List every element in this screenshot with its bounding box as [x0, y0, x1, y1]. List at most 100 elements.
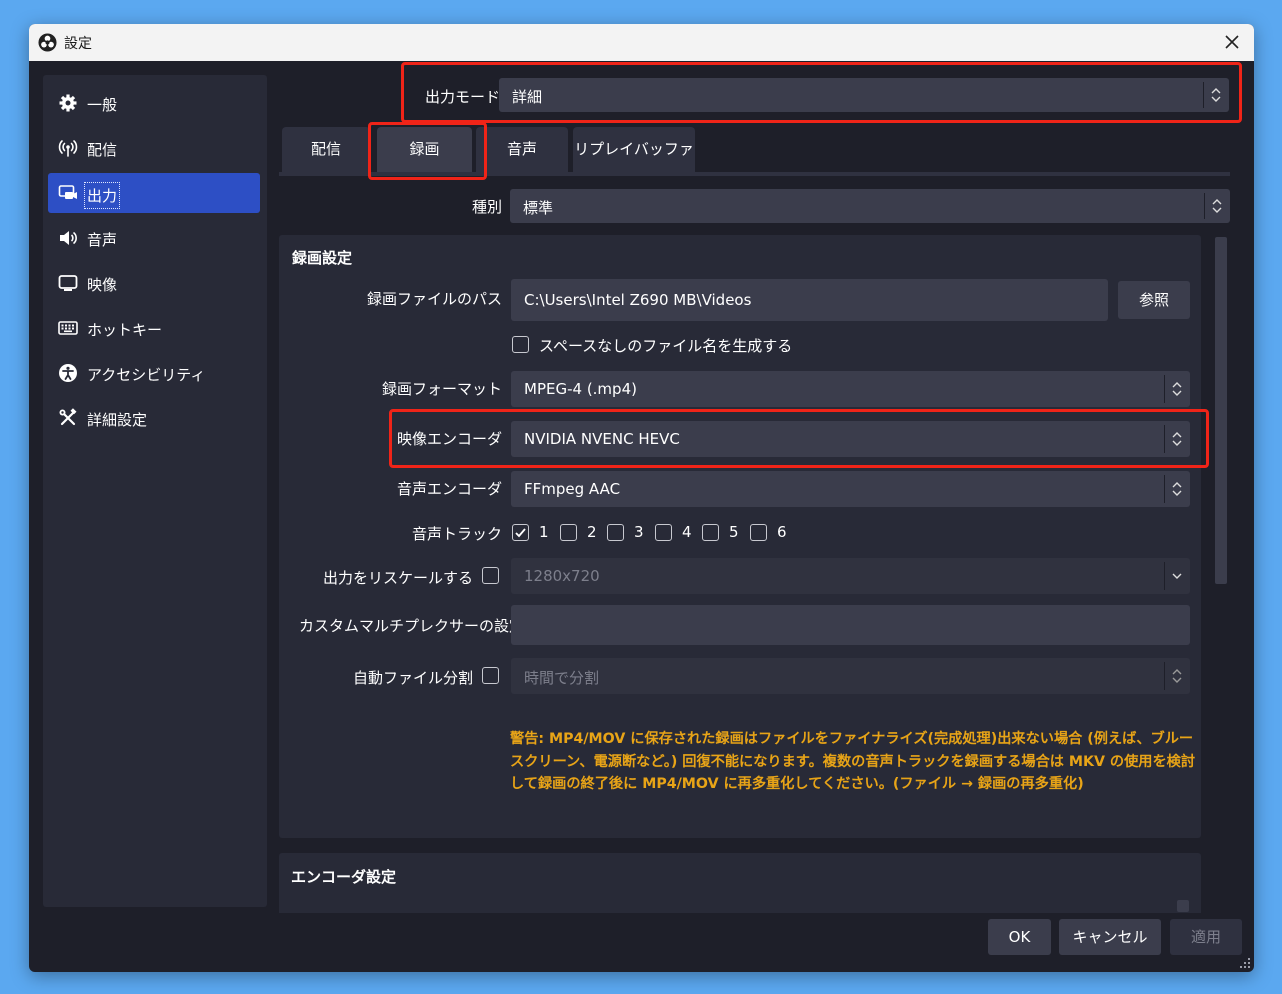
monitor-icon — [58, 275, 78, 291]
gear-icon — [59, 94, 77, 112]
apply-button[interactable]: 適用 — [1170, 919, 1242, 955]
audio-encoder-value: FFmpeg AAC — [524, 480, 621, 498]
tab-recording[interactable]: 録画 — [377, 127, 472, 172]
auto-split-label: 自動ファイル分割 — [352, 669, 473, 687]
mp4-warning-text: 警告: MP4/MOV に保存された録画はファイルをファイナライズ(完成処理)出… — [510, 731, 1196, 793]
recording-format-label: 録画フォーマット — [381, 380, 502, 398]
sidebar-item-hotkeys[interactable]: ホットキー — [48, 308, 260, 348]
chevron-updown-icon — [1172, 482, 1182, 496]
spinner-arrows — [1164, 375, 1190, 403]
rescale-label: 出力をリスケールする — [322, 569, 473, 587]
sidebar-item-accessibility[interactable]: アクセシビリティ — [48, 353, 260, 393]
tab-audio[interactable]: 音声 — [476, 127, 568, 172]
browse-button[interactable]: 参照 — [1118, 281, 1190, 319]
custom-muxer-label: カスタムマルチプレクサーの設定 — [299, 617, 525, 635]
type-select[interactable]: 標準 — [510, 189, 1230, 223]
sidebar-item-audio[interactable]: 音声 — [48, 218, 260, 258]
obs-logo-icon — [38, 33, 57, 52]
scrollbar-thumb[interactable] — [1215, 237, 1227, 584]
resize-grip-icon[interactable] — [1239, 957, 1251, 969]
keyboard-icon — [58, 321, 78, 335]
audio-track-number: 2 — [587, 523, 597, 541]
accessibility-icon — [59, 364, 77, 382]
output-mode-value: 詳細 — [512, 88, 543, 106]
sidebar-item-label: ホットキー — [87, 321, 163, 339]
recording-format-select[interactable]: MPEG-4 (.mp4) — [511, 371, 1190, 407]
type-value: 標準 — [523, 199, 554, 217]
audio-encoder-label: 音声エンコーダ — [396, 480, 502, 498]
sidebar-item-output[interactable]: 出力 — [48, 173, 260, 213]
cancel-button[interactable]: キャンセル — [1059, 919, 1161, 955]
sidebar-item-label: 音声 — [87, 231, 118, 249]
audio-track-5-checkbox[interactable] — [702, 524, 719, 541]
spinner-arrows — [1164, 475, 1190, 503]
rescale-select[interactable]: 1280x720 — [511, 558, 1190, 594]
sidebar-item-advanced[interactable]: 詳細設定 — [48, 398, 260, 438]
sidebar-item-general[interactable]: 一般 — [48, 83, 260, 123]
audio-track-1-checkbox[interactable] — [512, 524, 529, 541]
sidebar-item-label: 映像 — [87, 276, 118, 294]
auto-split-select[interactable]: 時間で分割 — [511, 658, 1190, 694]
output-mode-select[interactable]: 詳細 — [499, 78, 1229, 112]
auto-split-checkbox[interactable] — [482, 667, 499, 684]
sidebar-item-label: 一般 — [87, 96, 118, 114]
video-encoder-label: 映像エンコーダ — [396, 430, 502, 448]
tab-underline — [279, 172, 1230, 176]
sidebar-item-stream[interactable]: 配信 — [48, 128, 260, 168]
sidebar-item-video[interactable]: 映像 — [48, 263, 260, 303]
inner-scrollbar-thumb[interactable] — [1177, 900, 1189, 912]
sidebar-item-label: 詳細設定 — [87, 411, 148, 429]
spinner-arrows — [1164, 425, 1190, 453]
recording-format-value: MPEG-4 (.mp4) — [524, 380, 637, 398]
title-bar: 設定 — [29, 24, 1254, 61]
tab-replay-buffer[interactable]: リプレイバッファ — [573, 127, 695, 172]
settings-window: 設定 一般 配信 出力 音声 映像 ホットキー アクセシビリティ 詳細設定 出力… — [29, 24, 1254, 972]
output-icon — [58, 185, 77, 199]
audio-track-label: 音声トラック — [411, 525, 502, 543]
audio-encoder-select[interactable]: FFmpeg AAC — [511, 471, 1190, 507]
chevron-updown-icon — [1172, 669, 1182, 683]
dropdown-arrow — [1164, 562, 1190, 590]
audio-track-number: 6 — [777, 523, 787, 541]
chevron-updown-icon — [1172, 432, 1182, 446]
type-label: 種別 — [471, 198, 502, 216]
audio-track-3-checkbox[interactable] — [607, 524, 624, 541]
audio-track-number: 4 — [682, 523, 692, 541]
no-space-filename-label: スペースなしのファイル名を生成する — [539, 337, 793, 355]
encoder-settings-panel — [279, 853, 1201, 913]
tab-stream[interactable]: 配信 — [282, 127, 370, 172]
close-icon[interactable] — [1220, 30, 1244, 54]
no-space-filename-checkbox[interactable] — [512, 336, 529, 353]
ok-button[interactable]: OK — [988, 919, 1051, 955]
output-mode-label: 出力モード — [425, 88, 501, 106]
rescale-value: 1280x720 — [524, 567, 600, 585]
audio-track-4-checkbox[interactable] — [655, 524, 672, 541]
recording-path-value: C:\Users\Intel Z690 MB\Videos — [524, 291, 752, 309]
audio-track-2-checkbox[interactable] — [560, 524, 577, 541]
window-title: 設定 — [64, 36, 92, 52]
sidebar-item-label: アクセシビリティ — [87, 366, 206, 384]
spinner-arrows — [1204, 193, 1230, 219]
tools-icon — [59, 408, 77, 426]
spinner-arrows — [1203, 82, 1229, 108]
chevron-updown-icon — [1212, 199, 1222, 213]
video-encoder-select[interactable]: NVIDIA NVENC HEVC — [511, 421, 1190, 457]
sidebar-item-label: 配信 — [87, 141, 118, 159]
recording-path-label: 録画ファイルのパス — [366, 290, 502, 308]
recording-settings-title: 録画設定 — [292, 249, 353, 267]
encoder-settings-title: エンコーダ設定 — [291, 868, 397, 886]
checkmark-icon — [515, 528, 526, 538]
settings-sidebar: 一般 配信 出力 音声 映像 ホットキー アクセシビリティ 詳細設定 — [43, 75, 267, 907]
audio-track-number: 3 — [634, 523, 644, 541]
recording-path-input[interactable]: C:\Users\Intel Z690 MB\Videos — [511, 279, 1108, 321]
audio-track-6-checkbox[interactable] — [750, 524, 767, 541]
sidebar-item-label: 出力 — [84, 182, 121, 209]
chevron-down-icon — [1172, 573, 1182, 579]
auto-split-value: 時間で分割 — [524, 669, 600, 687]
video-encoder-value: NVIDIA NVENC HEVC — [524, 430, 680, 448]
chevron-updown-icon — [1211, 88, 1221, 102]
rescale-checkbox[interactable] — [482, 567, 499, 584]
custom-muxer-input[interactable] — [511, 605, 1190, 645]
speaker-icon — [60, 231, 77, 245]
spinner-arrows — [1164, 662, 1190, 690]
